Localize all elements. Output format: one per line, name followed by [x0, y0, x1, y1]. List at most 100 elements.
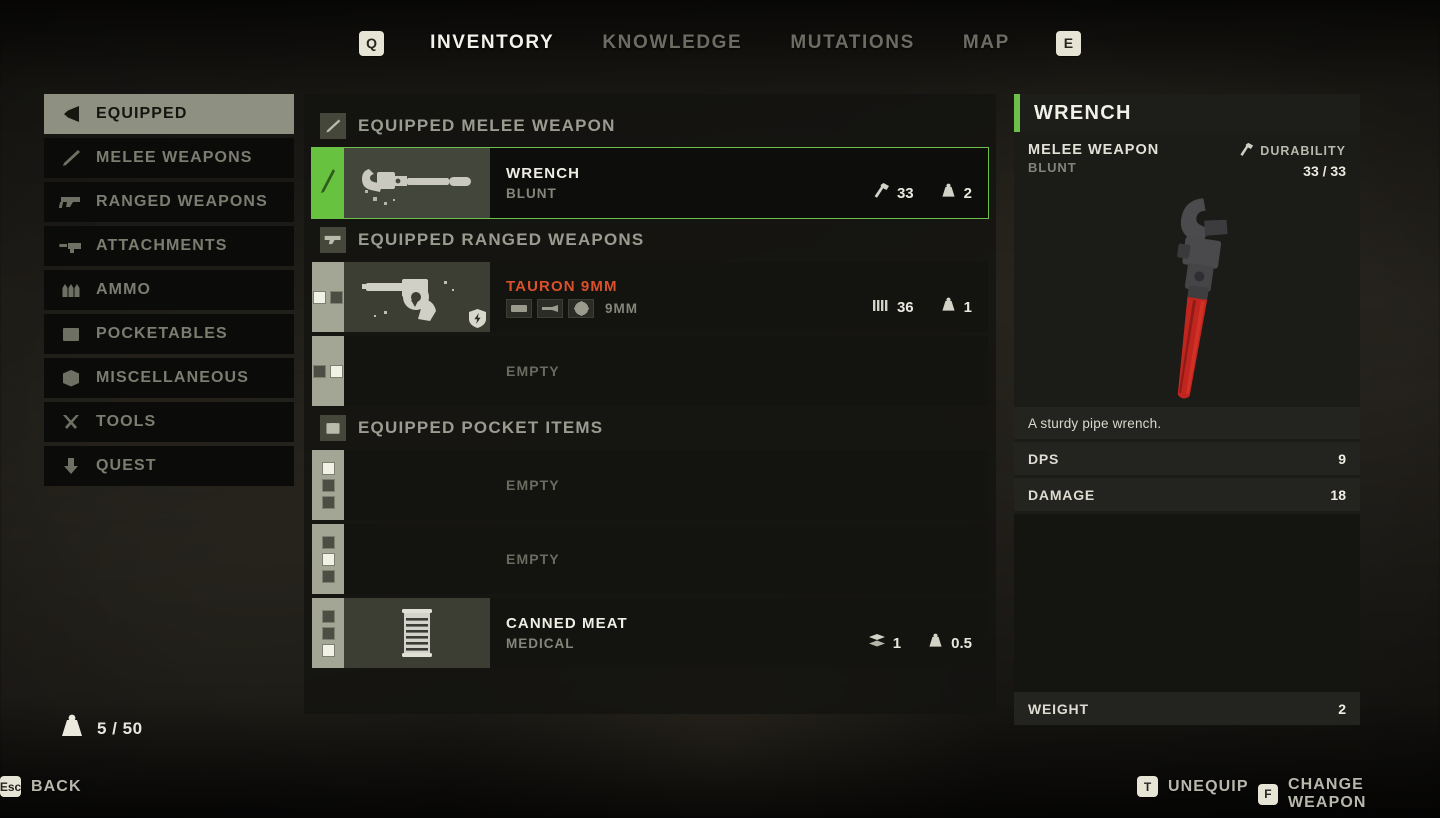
item-subtype-canned-meat: MEDICAL [506, 635, 575, 651]
detail-accent-bar [1014, 94, 1020, 132]
equipped-icon [58, 103, 84, 125]
ranged-row-2-body: EMPTY [490, 336, 988, 406]
shield-bolt-icon [469, 309, 486, 328]
sidebar-item-quest[interactable]: QUEST [44, 446, 294, 486]
canned-meat-thumb [344, 598, 490, 668]
tab-knowledge[interactable]: KNOWLEDGE [578, 32, 766, 54]
box-icon [58, 367, 84, 389]
pouch-icon [58, 323, 84, 345]
item-detail-panel: WRENCH MELEE WEAPON BLUNT DURABILITY 33 … [1014, 94, 1360, 728]
detail-title: WRENCH [1034, 101, 1132, 124]
pocket-row-2-body: EMPTY [490, 524, 988, 594]
key-hint-t[interactable]: T [1137, 776, 1158, 797]
wrench-thumb [344, 148, 490, 218]
durability-hammer-icon [873, 182, 890, 204]
sidebar-item-tools[interactable]: TOOLS [44, 402, 294, 442]
equipped-melee-row[interactable]: WRENCH BLUNT 33 2 [311, 147, 989, 219]
ranged-row-1-body: TAURON 9MM 9MM 36 1 [490, 262, 988, 332]
pouch-icon [320, 415, 346, 441]
equipped-pocket-row-3[interactable]: CANNED MEAT MEDICAL 1 0.5 [312, 598, 988, 668]
section-title-melee: EQUIPPED MELEE WEAPON [358, 116, 616, 135]
stat-weight-value: 0.5 [951, 634, 972, 652]
quest-arrow-icon [58, 455, 84, 477]
pocket-row-3-body: CANNED MEAT MEDICAL 1 0.5 [490, 598, 988, 668]
hint-back[interactable]: Esc BACK [0, 776, 82, 797]
section-title-ranged: EQUIPPED RANGED WEAPONS [358, 230, 645, 249]
durability-hammer-icon [1239, 142, 1254, 160]
detail-meta: MELEE WEAPON BLUNT DURABILITY 33 / 33 [1014, 132, 1360, 179]
hint-label-unequip: UNEQUIP [1168, 777, 1249, 795]
slot-pip [313, 290, 326, 304]
detail-durability-value: 33 / 33 [1303, 163, 1346, 179]
sight-slot-icon[interactable] [568, 298, 594, 318]
slot-pip [321, 461, 335, 475]
hint-label-back: BACK [31, 777, 82, 795]
weight-icon [940, 182, 957, 204]
wrench-art [1014, 179, 1360, 407]
tools-icon [58, 411, 84, 433]
sidebar-item-ammo[interactable]: AMMO [44, 270, 294, 310]
sidebar-item-miscellaneous[interactable]: MISCELLANEOUS [44, 358, 294, 398]
equipped-ranged-row-1[interactable]: TAURON 9MM 9MM 36 1 [312, 262, 988, 332]
detail-spacer [1014, 514, 1360, 692]
detail-stat-weight-key: WEIGHT [1028, 700, 1089, 717]
sidebar-item-attachments[interactable]: ATTACHMENTS [44, 226, 294, 266]
muzzle-slot-icon[interactable] [537, 298, 563, 318]
key-hint-esc[interactable]: Esc [0, 776, 21, 797]
slot-pips [321, 609, 335, 657]
bottom-action-bar: Esc BACK T UNEQUIP F CHANGE WEAPON [0, 760, 1440, 818]
slot-pip [321, 535, 335, 549]
blade-icon [320, 113, 346, 139]
stat-weight-value: 2 [963, 184, 972, 202]
sidebar-item-ranged-weapons[interactable]: RANGED WEAPONS [44, 182, 294, 222]
sidebar-label-pocketables: POCKETABLES [96, 325, 228, 342]
ranged-row-1-stats: 36 1 [872, 296, 972, 332]
equipped-ranged-row-2[interactable]: EMPTY [312, 336, 988, 406]
detail-durability-block: DURABILITY 33 / 33 [1239, 142, 1346, 179]
stat-weight-value: 1 [963, 298, 972, 316]
ammo-icon [872, 298, 890, 317]
key-hint-q[interactable]: Q [359, 30, 385, 56]
stat-stack: 1 [868, 633, 901, 653]
hint-change-weapon[interactable]: F CHANGE WEAPON [1258, 776, 1440, 812]
blade-icon [319, 166, 337, 201]
sidebar-item-pocketables[interactable]: POCKETABLES [44, 314, 294, 354]
item-name-wrench: WRENCH [506, 164, 581, 182]
melee-row-names: WRENCH BLUNT [506, 164, 873, 203]
sidebar-label-melee-weapons: MELEE WEAPONS [96, 149, 253, 166]
tab-map[interactable]: MAP [939, 32, 1034, 54]
slot-indicator-pocket-3 [312, 598, 344, 668]
tab-inventory[interactable]: INVENTORY [406, 32, 578, 54]
hint-unequip[interactable]: T UNEQUIP [1137, 776, 1249, 797]
sidebar-label-equipped: EQUIPPED [96, 105, 188, 122]
attachment-slots: 9MM [506, 298, 872, 318]
sidebar-label-ammo: AMMO [96, 281, 152, 298]
equipped-panel: EQUIPPED MELEE WEAPON WRENCH BLUNT 33 2 … [304, 94, 996, 714]
detail-type-block: MELEE WEAPON BLUNT [1028, 142, 1159, 179]
detail-description: A sturdy pipe wrench. [1028, 415, 1162, 431]
sidebar-item-melee-weapons[interactable]: MELEE WEAPONS [44, 138, 294, 178]
key-hint-e[interactable]: E [1055, 30, 1081, 56]
slot-indicator-melee [312, 148, 344, 218]
sidebar-label-tools: TOOLS [96, 413, 157, 430]
magazine-slot-icon[interactable] [506, 298, 532, 318]
detail-stat-weight-value: 2 [1338, 700, 1346, 717]
slot-pip [321, 552, 335, 566]
key-hint-f[interactable]: F [1258, 783, 1278, 805]
tab-mutations[interactable]: MUTATIONS [766, 32, 939, 54]
empty-slot-label: EMPTY [506, 477, 560, 493]
category-sidebar: EQUIPPED MELEE WEAPONS RANGED WEAPONS AT… [44, 94, 294, 490]
stat-weight: 2 [940, 182, 972, 204]
stack-icon [868, 633, 886, 653]
slot-pip [330, 364, 343, 378]
detail-durability-label-row: DURABILITY [1239, 142, 1346, 160]
slot-pip [321, 569, 335, 583]
melee-row-body: WRENCH BLUNT 33 2 [490, 148, 988, 218]
detail-body: MELEE WEAPON BLUNT DURABILITY 33 / 33 A … [1014, 132, 1360, 725]
equipped-pocket-row-2[interactable]: EMPTY [312, 524, 988, 594]
slot-pip [321, 609, 335, 623]
section-header-pocket: EQUIPPED POCKET ITEMS [320, 412, 988, 444]
sidebar-item-equipped[interactable]: EQUIPPED [44, 94, 294, 134]
slot-pip [321, 626, 335, 640]
equipped-pocket-row-1[interactable]: EMPTY [312, 450, 988, 520]
